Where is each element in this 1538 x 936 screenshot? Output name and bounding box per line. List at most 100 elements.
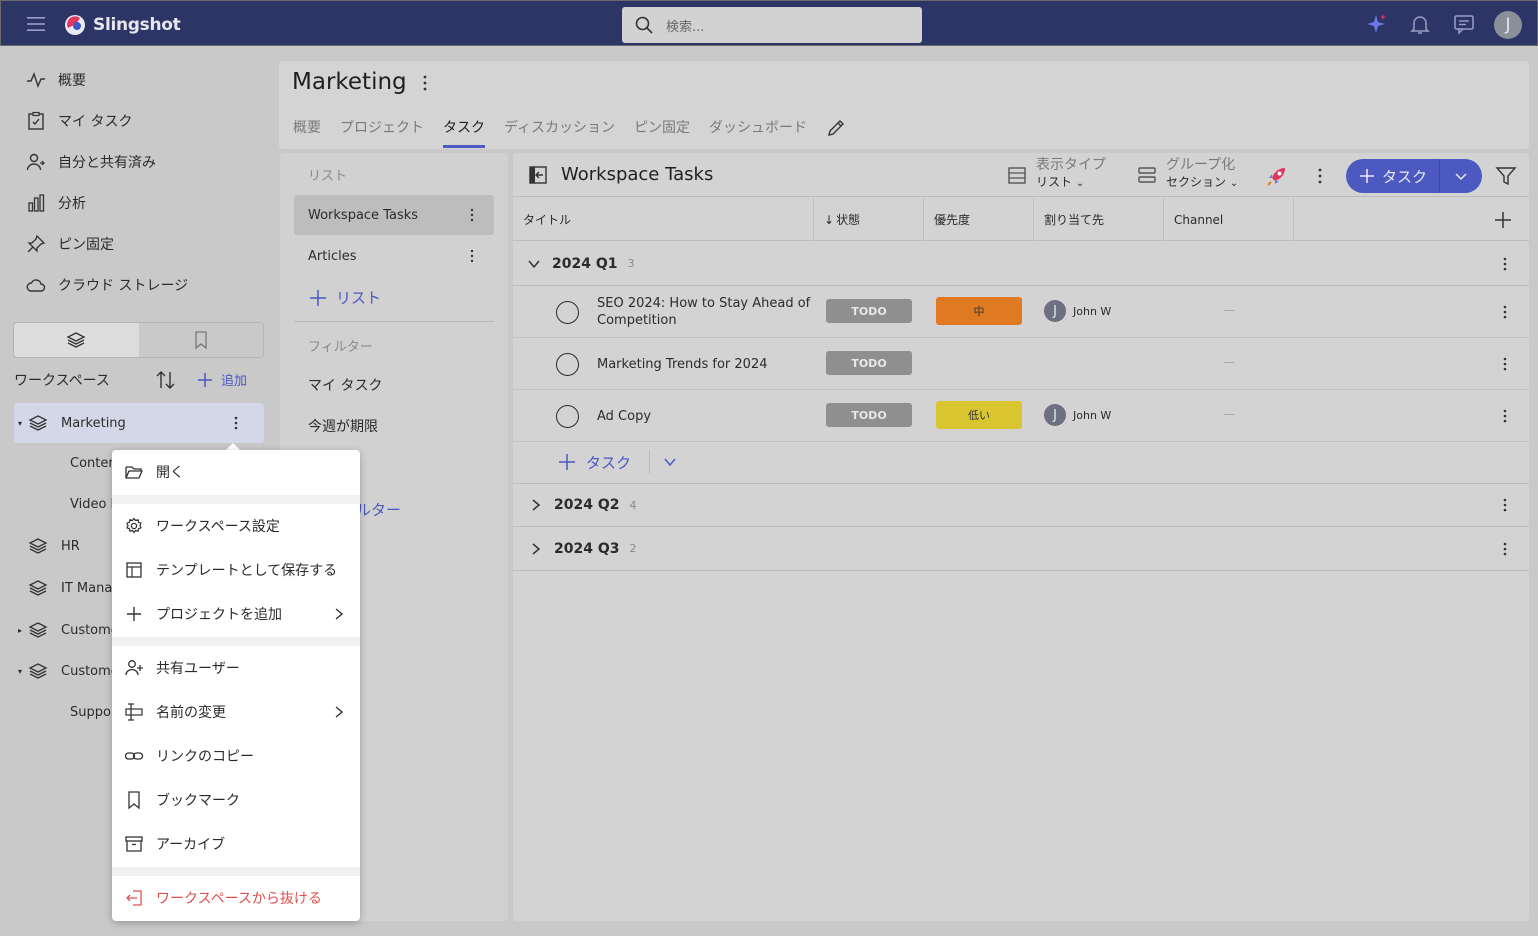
kebab-icon[interactable] — [1501, 256, 1509, 272]
kebab-icon[interactable] — [1501, 356, 1509, 372]
rocket-icon[interactable] — [1265, 164, 1289, 188]
chat-icon[interactable] — [1452, 12, 1476, 36]
nav-item-cloud-storage[interactable]: クラウド ストレージ — [26, 273, 188, 297]
channel-value[interactable]: — — [1223, 303, 1235, 317]
kebab-icon[interactable] — [228, 415, 244, 431]
menu-item-rename[interactable]: 名前の変更 — [112, 692, 360, 732]
task-complete-checkbox[interactable] — [556, 301, 579, 324]
kebab-icon[interactable] — [1312, 167, 1328, 185]
kebab-icon[interactable] — [1501, 408, 1509, 424]
edit-pencil-icon[interactable] — [826, 118, 846, 148]
nav-item-pinned[interactable]: ピン固定 — [26, 232, 114, 256]
table-row[interactable]: Marketing Trends for 2024 TODO — — [513, 338, 1529, 390]
column-header-channel[interactable]: Channel — [1164, 198, 1294, 241]
expand-caret-icon[interactable]: ▸ — [18, 626, 26, 635]
plus-icon[interactable] — [557, 452, 577, 472]
expand-caret-icon[interactable]: ▾ — [18, 667, 26, 676]
menu-item-leave-workspace[interactable]: ワークスペースから抜ける — [112, 878, 360, 918]
chevron-down-icon[interactable] — [662, 454, 678, 470]
filter-item-due-this-week[interactable]: 今週が期限 — [308, 416, 378, 436]
priority-badge[interactable]: 低い — [936, 401, 1022, 429]
column-header-assignee[interactable]: 割り当て先 — [1034, 198, 1164, 241]
task-title[interactable]: Ad Copy — [597, 390, 812, 442]
nav-item-my-tasks[interactable]: マイ タスク — [26, 109, 132, 133]
add-task-button[interactable]: タスク — [1346, 159, 1440, 193]
group-row-q3[interactable]: 2024 Q3 2 — [513, 527, 1529, 571]
nav-item-analytics[interactable]: 分析 — [26, 191, 86, 215]
workspaces-tab[interactable] — [14, 323, 139, 357]
search-input[interactable]: 検索... — [666, 16, 704, 35]
tab-tasks[interactable]: タスク — [443, 117, 485, 148]
menu-item-copy-link[interactable]: リンクのコピー — [112, 736, 360, 776]
filter-item-my-tasks[interactable]: マイ タスク — [308, 375, 382, 395]
group-row-q1[interactable]: 2024 Q1 3 — [513, 242, 1529, 286]
search-box[interactable]: 検索... — [622, 7, 922, 43]
menu-item-shared-users[interactable]: 共有ユーザー — [112, 648, 360, 688]
collapse-panel-icon[interactable] — [528, 165, 548, 185]
assignee[interactable]: J John W — [1044, 300, 1111, 322]
assignee[interactable]: J John W — [1044, 404, 1111, 426]
kebab-icon[interactable] — [464, 207, 480, 223]
menu-item-archive[interactable]: アーカイブ — [112, 824, 360, 864]
menu-item-open[interactable]: 開く — [112, 452, 360, 492]
list-item-workspace-tasks[interactable]: Workspace Tasks — [294, 195, 494, 235]
project-item[interactable]: Suppo — [70, 700, 111, 724]
status-badge[interactable]: TODO — [826, 403, 912, 427]
priority-badge[interactable]: 中 — [936, 297, 1022, 325]
add-column-icon[interactable] — [1493, 210, 1513, 230]
add-filter-button[interactable]: ルター — [356, 499, 401, 520]
menu-item-save-as-template[interactable]: テンプレートとして保存する — [112, 550, 360, 590]
tab-dashboard[interactable]: ダッシュボード — [709, 117, 807, 148]
add-task-dropdown[interactable] — [1440, 159, 1482, 193]
menu-item-workspace-settings[interactable]: ワークスペース設定 — [112, 506, 360, 546]
kebab-icon[interactable] — [1501, 304, 1509, 320]
chevron-right-icon[interactable] — [528, 541, 544, 557]
kebab-icon[interactable] — [419, 73, 435, 93]
tab-overview[interactable]: 概要 — [293, 117, 321, 148]
expand-caret-icon[interactable]: ▾ — [18, 419, 26, 428]
tab-discussion[interactable]: ディスカッション — [504, 117, 615, 148]
column-header-priority[interactable]: 優先度 — [924, 198, 1034, 241]
task-complete-checkbox[interactable] — [556, 405, 579, 428]
filter-funnel-icon[interactable] — [1495, 165, 1517, 187]
workspace-item-marketing[interactable]: ▾ Marketing — [14, 403, 264, 443]
add-workspace-button[interactable]: 追加 — [196, 370, 247, 389]
column-header-status[interactable]: ↓ 状態 — [814, 198, 924, 241]
list-item-articles[interactable]: Articles — [294, 236, 494, 276]
kebab-icon[interactable] — [1501, 497, 1509, 513]
task-title[interactable]: SEO 2024: How to Stay Ahead of Competiti… — [597, 286, 812, 338]
ai-sparkle-icon[interactable] — [1364, 12, 1388, 36]
bookmarks-tab[interactable] — [139, 323, 264, 357]
status-badge[interactable]: TODO — [826, 351, 912, 375]
app-logo[interactable]: Slingshot — [63, 13, 181, 37]
menu-item-bookmark[interactable]: ブックマーク — [112, 780, 360, 820]
search-icon — [634, 15, 654, 35]
task-title[interactable]: Marketing Trends for 2024 — [597, 338, 812, 390]
kebab-icon[interactable] — [1501, 541, 1509, 557]
kebab-icon[interactable] — [464, 248, 480, 264]
status-badge[interactable]: TODO — [826, 299, 912, 323]
group-by-selector[interactable]: グループ化 セクション ⌄ — [1136, 157, 1238, 192]
tab-pinned[interactable]: ピン固定 — [634, 117, 690, 148]
menu-item-add-project[interactable]: プロジェクトを追加 — [112, 594, 360, 634]
chevron-down-icon[interactable] — [526, 256, 542, 272]
hamburger-menu-icon[interactable] — [25, 14, 47, 34]
chevron-right-icon[interactable] — [528, 497, 544, 513]
sort-icon[interactable] — [155, 369, 177, 391]
channel-value[interactable]: — — [1223, 355, 1235, 369]
user-avatar[interactable]: J — [1494, 11, 1522, 39]
view-type-selector[interactable]: 表示タイプ リスト ⌄ — [1006, 157, 1106, 192]
inline-add-task-button[interactable]: タスク — [586, 452, 631, 473]
channel-value[interactable]: — — [1223, 407, 1235, 421]
nav-item-overview[interactable]: 概要 — [26, 68, 86, 92]
task-complete-checkbox[interactable] — [556, 353, 579, 376]
group-row-q2[interactable]: 2024 Q2 4 — [513, 483, 1529, 527]
project-item[interactable]: Conten — [70, 451, 117, 475]
nav-item-shared-with-me[interactable]: 自分と共有済み — [26, 150, 156, 174]
bell-icon[interactable] — [1408, 12, 1432, 36]
table-row[interactable]: SEO 2024: How to Stay Ahead of Competiti… — [513, 286, 1529, 338]
add-list-button[interactable]: リスト — [308, 287, 381, 308]
tab-projects[interactable]: プロジェクト — [340, 117, 424, 148]
column-header-title[interactable]: タイトル — [513, 198, 814, 241]
table-row[interactable]: Ad Copy TODO 低い J John W — — [513, 390, 1529, 442]
